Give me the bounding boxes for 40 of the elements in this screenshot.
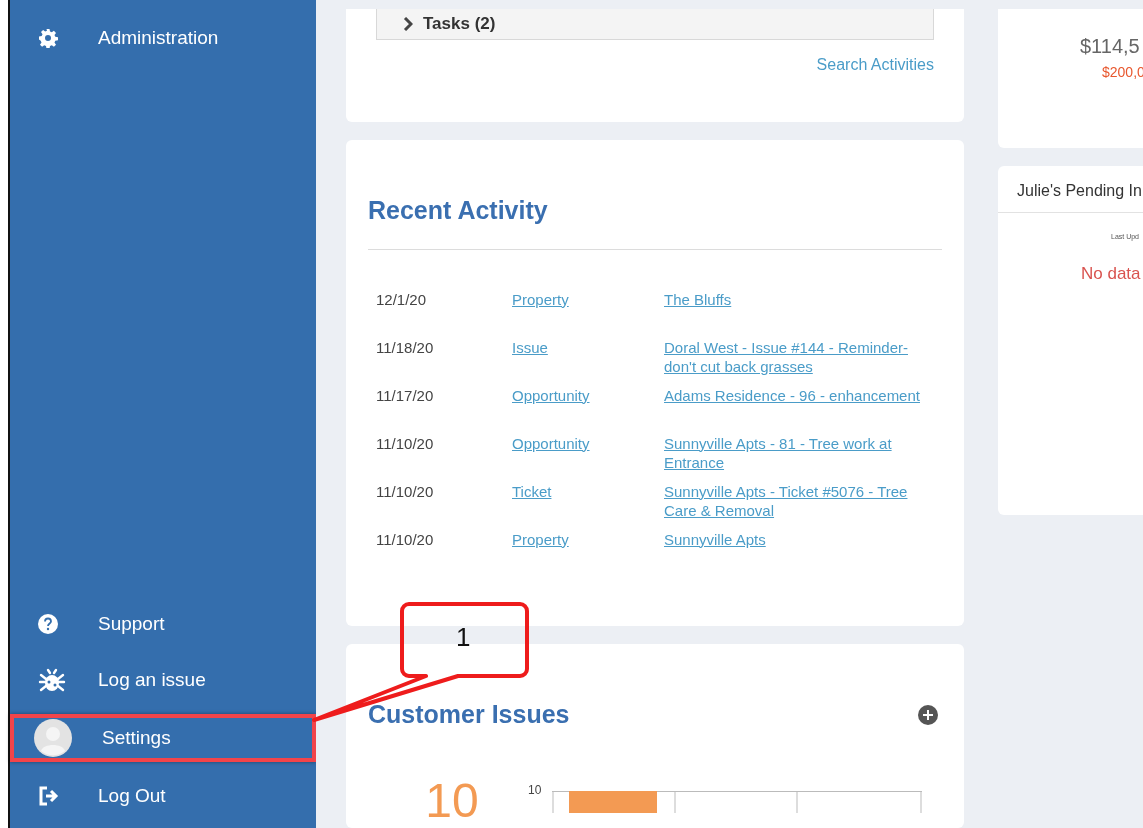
- callout-number: 1: [456, 622, 471, 653]
- activity-date: 11/17/20: [376, 386, 434, 404]
- activity-date: 12/1/20: [376, 290, 427, 308]
- chevron-icon: [403, 17, 413, 31]
- tasks-accordion[interactable]: Tasks (2): [376, 9, 934, 40]
- activity-type-link[interactable]: Property: [512, 289, 569, 309]
- activity-date: 11/18/20: [376, 338, 434, 356]
- activity-type-link[interactable]: Opportunity: [512, 385, 590, 405]
- activity-name-link[interactable]: Sunnyville Apts - Ticket #5076 - Tree Care & Removal: [664, 481, 936, 520]
- gear-icon: [38, 28, 58, 48]
- activity-type-link[interactable]: Opportunity: [512, 433, 590, 453]
- sidebar-item[interactable]: Log Out: [10, 778, 316, 814]
- activity-type-link[interactable]: Property: [512, 529, 569, 549]
- activity-type-link[interactable]: Issue: [512, 337, 548, 357]
- activity-name-link[interactable]: The Bluffs: [664, 289, 732, 309]
- activity-name-link[interactable]: Sunnyville Apts - 81 - Tree work at Entrance: [664, 433, 936, 472]
- card-title: Julie's Pending In: [998, 166, 1143, 213]
- logout-icon: [38, 786, 60, 806]
- sidebar-item[interactable]: Settings: [10, 714, 316, 762]
- section-title: Customer Issues: [368, 700, 570, 729]
- bug-icon: [38, 667, 66, 693]
- avatar-icon: [34, 719, 72, 757]
- activity-date: 11/10/20: [376, 530, 434, 548]
- add-icon[interactable]: [918, 704, 938, 725]
- sidebar-item[interactable]: Support: [10, 606, 316, 642]
- search-activities-link[interactable]: Search Activities: [816, 56, 934, 74]
- no-data-message: No data: [1080, 263, 1142, 284]
- activity-name-link[interactable]: Sunnyville Apts: [664, 529, 766, 549]
- sidebar-item[interactable]: Administration: [10, 20, 225, 56]
- axis-tick-label: 10: [528, 783, 543, 797]
- activity-name-link[interactable]: Doral West - Issue #144 - Reminder- don't cut back grasses: [664, 337, 936, 376]
- activity-date: 11/10/20: [376, 434, 434, 452]
- amount-text: $114,5: [1079, 35, 1141, 58]
- section-title: Recent Activity: [368, 194, 549, 225]
- activity-name-link[interactable]: Adams Residence - 96 - enhancement: [664, 385, 920, 405]
- sidebar-item[interactable]: Log an issue: [10, 662, 316, 698]
- issue-count: 10: [424, 773, 480, 828]
- help-icon: [38, 614, 58, 634]
- activity-type-link[interactable]: Ticket: [512, 481, 552, 501]
- activity-date: 11/10/20: [376, 482, 434, 500]
